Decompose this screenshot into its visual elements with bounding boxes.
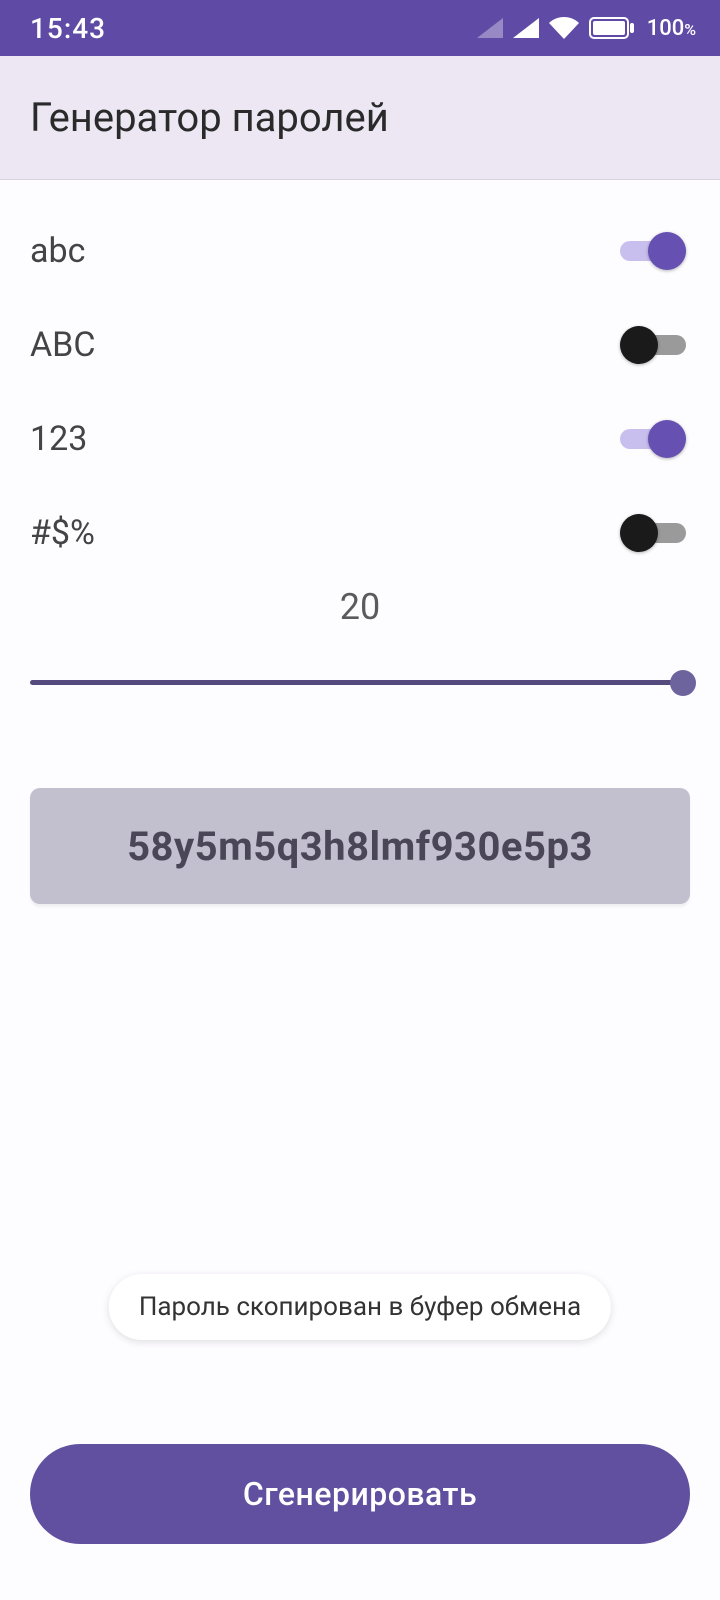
length-block: 20 [0, 580, 720, 698]
page-title: Генератор паролей [30, 94, 389, 141]
toggle-symbols[interactable] [620, 513, 686, 553]
password-text: 58y5m5q3h8lmf930e5p3 [127, 823, 593, 870]
toast-text: Пароль скопирован в буфер обмена [139, 1292, 581, 1322]
option-lowercase: abc [0, 204, 720, 298]
option-lowercase-label: abc [30, 231, 85, 271]
main-content: abc ABC 123 #$% 20 58y5m5q3h8lmf930e5p3 [0, 180, 720, 904]
option-uppercase-label: ABC [30, 325, 96, 365]
app-header: Генератор паролей [0, 56, 720, 180]
length-value: 20 [30, 586, 690, 628]
toast-copied: Пароль скопирован в буфер обмена [109, 1274, 611, 1340]
option-symbols-label: #$% [30, 513, 95, 553]
toggle-lowercase[interactable] [620, 231, 686, 271]
length-slider[interactable] [30, 668, 690, 698]
signal-icon [513, 18, 539, 38]
battery-icon [589, 17, 635, 39]
toggle-uppercase[interactable] [620, 325, 686, 365]
option-uppercase: ABC [0, 298, 720, 392]
status-time: 15:43 [30, 12, 106, 45]
status-bar: 15:43 100% [0, 0, 720, 56]
status-icons: 100% [477, 16, 696, 41]
generate-button-label: Сгенерировать [243, 1475, 477, 1513]
password-output[interactable]: 58y5m5q3h8lmf930e5p3 [30, 788, 690, 904]
wifi-icon [549, 17, 579, 39]
battery-percent: 100% [647, 16, 696, 41]
slider-thumb[interactable] [670, 670, 696, 696]
option-digits-label: 123 [30, 419, 87, 459]
signal-weak-icon [477, 18, 503, 38]
toggle-digits[interactable] [620, 419, 686, 459]
generate-button[interactable]: Сгенерировать [30, 1444, 690, 1544]
option-symbols: #$% [0, 486, 720, 580]
option-digits: 123 [0, 392, 720, 486]
